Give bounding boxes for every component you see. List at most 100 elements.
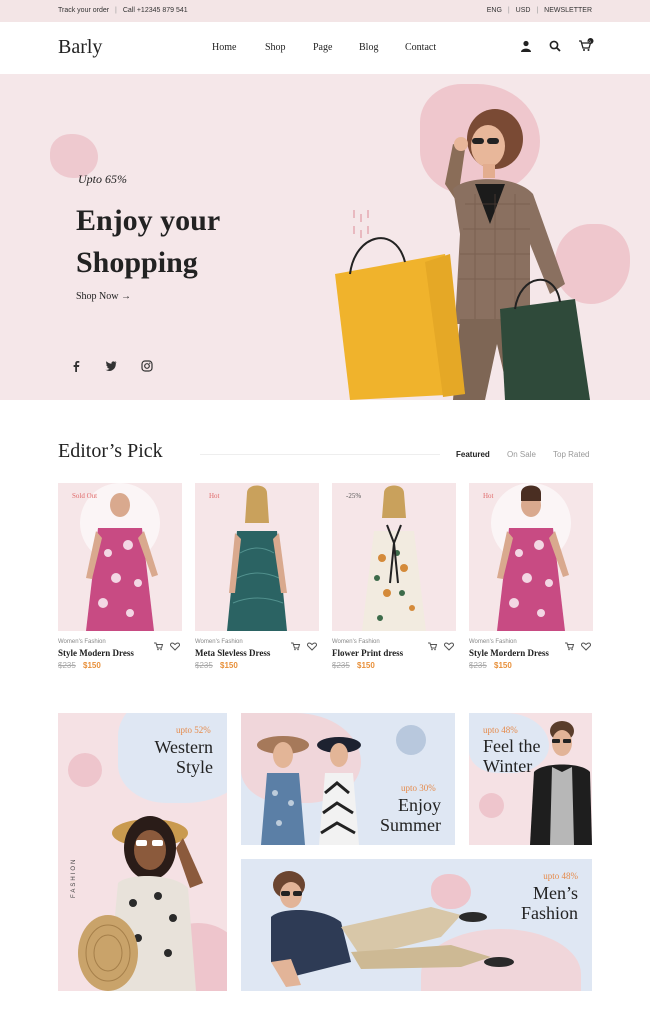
product-actions — [565, 638, 592, 656]
instagram-icon[interactable] — [141, 360, 153, 372]
banner-side-label: FASHION — [71, 857, 77, 898]
tab-featured[interactable]: Featured — [456, 450, 490, 459]
dress-model-image — [362, 485, 426, 631]
heart-icon[interactable] — [580, 642, 592, 651]
add-to-cart-icon[interactable] — [565, 642, 575, 651]
language-selector[interactable]: ENG — [487, 7, 502, 14]
product-image[interactable]: Hot — [195, 483, 319, 631]
cart-icon[interactable]: 0 — [578, 38, 594, 52]
phone-number: Call +12345 879 541 — [122, 7, 188, 14]
product-name[interactable]: Flower Print dress — [332, 648, 403, 658]
banner-discount: upto 48% — [543, 871, 578, 881]
banner-title-line1: Western — [154, 737, 213, 757]
product-image[interactable]: Sold Out — [58, 483, 182, 631]
banner-mens-fashion[interactable]: upto 48% Men’s Fashion — [241, 859, 592, 991]
product-card[interactable]: Hot Women's Fashion Style Mordern Dress … — [469, 483, 593, 673]
banner-title-line1: Men’s — [533, 883, 578, 903]
product-tag: -25% — [346, 492, 362, 500]
top-bar: Track your order | Call +12345 879 541 E… — [0, 0, 650, 22]
tab-on-sale[interactable]: On Sale — [507, 450, 536, 459]
banner-title-line2: Style — [175, 757, 213, 777]
nav-contact[interactable]: Contact — [405, 42, 436, 53]
product-image[interactable]: Hot — [469, 483, 593, 631]
product-category: Women's Fashion — [58, 639, 106, 645]
hero-title-line2: Shopping — [76, 246, 198, 279]
banner-title-line2: Fashion — [520, 903, 578, 923]
product-old-price: $235 — [195, 661, 213, 670]
newsletter-link[interactable]: NEWSLETTER — [544, 7, 592, 14]
logo[interactable]: Barly — [58, 36, 102, 59]
add-to-cart-icon[interactable] — [154, 642, 164, 651]
product-price: $150 — [220, 661, 238, 670]
banner-title: Men’s Fashion — [521, 883, 578, 923]
divider: | — [536, 7, 539, 14]
product-price: $150 — [494, 661, 512, 670]
banner-western-style[interactable]: upto 52% Western Style FASHION — [58, 713, 227, 991]
hero-title-line1: Enjoy your — [76, 204, 221, 237]
product-name[interactable]: Style Mordern Dress — [469, 648, 549, 658]
add-to-cart-icon[interactable] — [291, 642, 301, 651]
dress-model-image — [227, 485, 287, 631]
woman-hat-image — [78, 816, 203, 991]
product-name[interactable]: Meta Slevless Dress — [195, 648, 270, 658]
track-order-link[interactable]: Track your order — [58, 7, 109, 14]
product-image[interactable]: -25% — [332, 483, 456, 631]
product-price: $150 — [357, 661, 375, 670]
shop-now-label: Shop Now — [76, 291, 119, 302]
product-name[interactable]: Style Modern Dress — [58, 648, 134, 658]
product-old-price: $235 — [58, 661, 76, 670]
banner-title-line2: Summer — [380, 815, 441, 835]
cart-count: 0 — [588, 38, 591, 44]
decor-blob — [396, 725, 426, 755]
product-category: Women's Fashion — [469, 639, 517, 645]
product-card[interactable]: -25% Women's Fashion Flower Print dress … — [332, 483, 456, 673]
twitter-icon[interactable] — [105, 361, 117, 371]
nav-blog[interactable]: Blog — [359, 42, 378, 53]
banner-feel-the-winter[interactable]: upto 48% Feel the Winter — [469, 713, 592, 845]
dress-model-image — [491, 483, 571, 631]
banner-enjoy-summer[interactable]: upto 30% Enjoy Summer — [241, 713, 455, 845]
product-card[interactable]: Hot Women's Fashion Meta Slevless Dress … — [195, 483, 319, 673]
dress-model-image — [80, 483, 160, 631]
product-tag: Hot — [483, 492, 494, 500]
product-price: $150 — [83, 661, 101, 670]
shop-now-button[interactable]: Shop Now → — [76, 291, 131, 302]
hero-banner: Upto 65% Enjoy your Shopping Shop Now → — [0, 74, 650, 400]
two-women-image — [257, 736, 361, 845]
heart-icon[interactable] — [169, 642, 181, 651]
product-card[interactable]: Sold Out Women's Fashion Style Modern Dr… — [58, 483, 182, 673]
divider: | — [507, 7, 510, 14]
product-category: Women's Fashion — [332, 639, 380, 645]
product-tag: Sold Out — [72, 492, 98, 500]
product-old-price: $235 — [332, 661, 350, 670]
currency-selector[interactable]: USD — [516, 7, 531, 14]
product-actions — [154, 638, 181, 656]
arrow-right-icon: → — [121, 291, 132, 302]
banner-title-line1: Enjoy — [398, 795, 441, 815]
product-old-price: $235 — [469, 661, 487, 670]
hero-title: Enjoy your Shopping — [76, 200, 336, 284]
nav-page[interactable]: Page — [313, 42, 332, 53]
hero-discount-badge: Upto 65% — [78, 172, 127, 186]
user-icon[interactable] — [520, 40, 532, 52]
product-category: Women's Fashion — [195, 639, 243, 645]
banner-title: Enjoy Summer — [380, 795, 441, 835]
heart-icon[interactable] — [443, 642, 455, 651]
product-actions — [428, 638, 455, 656]
add-to-cart-icon[interactable] — [428, 642, 438, 651]
product-actions — [291, 638, 318, 656]
banner-discount: upto 30% — [401, 783, 436, 793]
facebook-icon[interactable] — [72, 360, 80, 372]
tab-top-rated[interactable]: Top Rated — [553, 450, 589, 459]
man-jacket-image — [530, 721, 592, 845]
header: Barly Home Shop Page Blog Contact 0 — [0, 22, 650, 74]
nav-home[interactable]: Home — [212, 42, 236, 53]
nav-shop[interactable]: Shop — [265, 42, 286, 53]
hero-model-image — [335, 109, 590, 400]
heart-icon[interactable] — [306, 642, 318, 651]
divider: | — [115, 7, 117, 14]
banner-title: Western Style — [154, 737, 213, 777]
search-icon[interactable] — [549, 40, 561, 52]
reclining-man-image — [271, 871, 514, 987]
section-title-editors-pick: Editor’s Pick — [58, 440, 163, 462]
